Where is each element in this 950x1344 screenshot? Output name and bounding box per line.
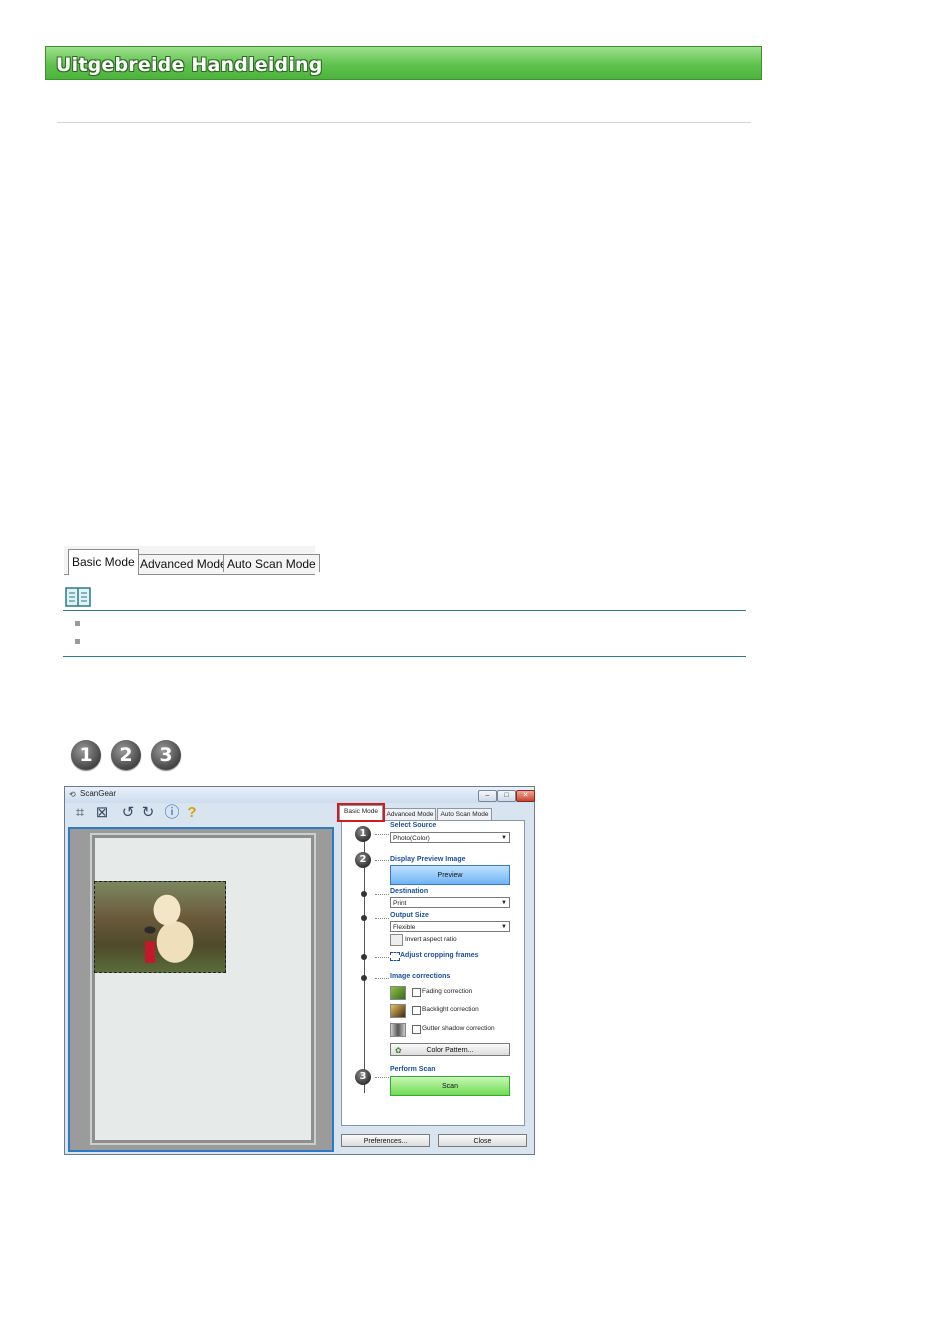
step-dot — [361, 975, 367, 981]
backlight-correction-icon — [390, 1004, 406, 1018]
preview-button[interactable]: Preview — [390, 865, 510, 885]
note-book-icon — [65, 587, 91, 607]
perform-scan-label: Perform Scan — [390, 1066, 436, 1073]
window-title: ScanGear — [80, 789, 117, 798]
tab-auto-scan-mode[interactable]: Auto Scan Mode — [437, 808, 492, 820]
leader-dots — [375, 894, 389, 895]
window-titlebar: ⟲ ScanGear – □ ✕ — [65, 787, 535, 803]
select-source-dropdown[interactable]: Photo(Color) ▼ — [390, 832, 510, 843]
tab-advanced-mode[interactable]: Advanced Mode — [384, 808, 436, 820]
preview-background — [70, 829, 332, 1150]
step-1-icon: 1 — [71, 740, 101, 770]
note-bullet — [75, 621, 80, 626]
scangear-window: ⟲ ScanGear – □ ✕ ⌗ ⊠ ↺ ↻ ⓘ ? Basic Mode … — [64, 786, 535, 1155]
gutter-shadow-icon — [390, 1023, 406, 1037]
output-size-dropdown[interactable]: Flexible ▼ — [390, 921, 510, 932]
note-divider-top — [63, 610, 746, 611]
fading-correction-label: Fading correction — [422, 988, 473, 995]
select-source-value: Photo(Color) — [393, 835, 430, 842]
select-source-label: Select Source — [390, 822, 437, 829]
cropping-frame-icon — [390, 952, 400, 961]
step-3-icon: 3 — [151, 740, 181, 770]
leader-dots — [375, 860, 389, 861]
remove-crop-icon[interactable]: ⊠ — [93, 804, 111, 822]
close-button[interactable]: Close — [438, 1134, 527, 1147]
step-2-icon: 2 — [355, 852, 371, 868]
info-icon[interactable]: ⓘ — [163, 804, 181, 822]
fading-correction-icon — [390, 986, 406, 1000]
step-connector-line — [364, 833, 365, 1093]
note-divider-bottom — [63, 656, 746, 657]
backlight-correction-checkbox[interactable] — [412, 1006, 421, 1015]
destination-label: Destination — [390, 888, 429, 895]
gutter-shadow-checkbox[interactable] — [412, 1025, 421, 1034]
chevron-down-icon: ▼ — [501, 900, 507, 906]
tab-basic-mode[interactable]: Basic Mode — [68, 549, 139, 575]
crop-icon[interactable]: ⌗ — [71, 804, 89, 822]
step-3-icon: 3 — [355, 1069, 371, 1085]
minimize-button[interactable]: – — [478, 790, 497, 802]
chevron-down-icon: ▼ — [501, 835, 507, 841]
step-dot — [361, 891, 367, 897]
leader-dots — [375, 957, 389, 958]
chevron-down-icon: ▼ — [501, 924, 507, 930]
preferences-button[interactable]: Preferences... — [341, 1134, 430, 1147]
color-pattern-icon: ✿ — [395, 1046, 402, 1055]
scan-button[interactable]: Scan — [390, 1076, 510, 1096]
step-dot — [361, 954, 367, 960]
leader-dots — [375, 918, 389, 919]
adjust-cropping-frames-link[interactable]: Adjust cropping frames — [400, 952, 479, 959]
tab-basic-mode[interactable]: Basic Mode — [337, 803, 385, 822]
image-corrections-label: Image corrections — [390, 973, 451, 980]
output-size-label: Output Size — [390, 912, 429, 919]
settings-panel: Basic Mode Advanced Mode Auto Scan Mode … — [337, 803, 534, 1154]
tab-advanced-mode[interactable]: Advanced Mode — [136, 554, 231, 572]
note-bullet — [75, 639, 80, 644]
display-preview-label: Display Preview Image — [390, 856, 466, 863]
scangear-app-icon: ⟲ — [69, 790, 76, 799]
mode-tabs: Basic Mode Advanced Mode Auto Scan Mode — [64, 546, 320, 575]
step-2-icon: 2 — [111, 740, 141, 770]
output-size-value: Flexible — [393, 924, 416, 931]
scanner-platen — [90, 833, 316, 1145]
destination-value: Print — [393, 900, 407, 907]
gutter-shadow-label: Gutter shadow correction — [422, 1025, 495, 1032]
maximize-button[interactable]: □ — [497, 790, 516, 802]
invert-aspect-ratio-icon[interactable] — [390, 934, 403, 946]
rotate-left-icon[interactable]: ↺ — [119, 804, 137, 822]
invert-aspect-ratio-label: Invert aspect ratio — [405, 936, 457, 943]
close-window-button[interactable]: ✕ — [516, 790, 535, 802]
step-dot — [361, 915, 367, 921]
color-pattern-label: Color Pattern... — [426, 1047, 474, 1054]
divider — [57, 122, 751, 123]
color-pattern-button[interactable]: ✿ Color Pattern... — [390, 1043, 510, 1056]
leader-dots — [375, 978, 389, 979]
preview-area[interactable] — [68, 827, 334, 1152]
rotate-right-icon[interactable]: ↻ — [139, 804, 157, 822]
dog-collar-detail — [145, 941, 155, 963]
scangear-tabs: Basic Mode Advanced Mode Auto Scan Mode — [337, 803, 534, 822]
basic-mode-body: 1 Select Source Photo(Color) ▼ 2 Display… — [341, 820, 525, 1126]
step-1-icon: 1 — [355, 826, 371, 842]
preview-toolbar: ⌗ ⊠ ↺ ↻ ⓘ ? — [68, 804, 333, 824]
tab-auto-scan-mode[interactable]: Auto Scan Mode — [223, 554, 320, 572]
leader-dots — [375, 834, 389, 835]
preview-photo-dog[interactable] — [94, 881, 226, 973]
destination-dropdown[interactable]: Print ▼ — [390, 897, 510, 908]
backlight-correction-label: Backlight correction — [422, 1006, 479, 1013]
leader-dots — [375, 1077, 389, 1078]
help-icon[interactable]: ? — [183, 804, 201, 822]
fading-correction-checkbox[interactable] — [412, 988, 421, 997]
manual-banner-title: Uitgebreide Handleiding — [56, 54, 323, 76]
